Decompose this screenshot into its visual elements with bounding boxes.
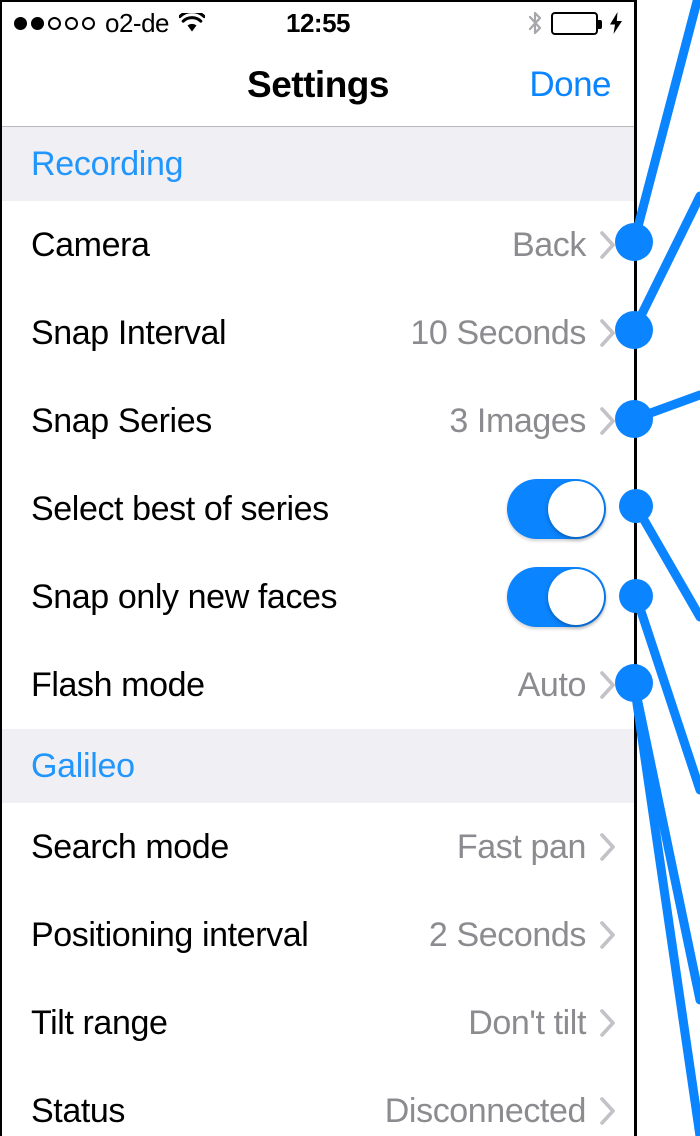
settings-row[interactable]: Select best of series	[2, 465, 634, 553]
annotation-leader-line	[631, 591, 700, 795]
settings-row[interactable]: Flash mode Auto	[2, 641, 634, 729]
settings-row-label: Snap Interval	[31, 313, 227, 352]
settings-row[interactable]: Snap Series 3 Images	[2, 377, 634, 465]
bluetooth-icon	[527, 11, 543, 35]
status-bar: o2-de 12:55	[2, 2, 634, 44]
settings-row-value: Disconnected	[384, 1091, 587, 1130]
settings-row[interactable]: Snap only new faces	[2, 553, 634, 641]
settings-row-value: 10 Seconds	[410, 313, 586, 352]
settings-row-accessory: 3 Images	[449, 402, 616, 441]
settings-row-accessory	[507, 479, 606, 539]
toggle-switch[interactable]	[507, 567, 606, 627]
settings-row-value: 2 Seconds	[428, 915, 586, 954]
chevron-right-icon	[600, 1009, 615, 1037]
settings-row-accessory: Back	[512, 226, 616, 265]
done-button[interactable]: Done	[529, 65, 611, 105]
settings-row-label: Positioning interval	[31, 915, 309, 954]
chevron-right-icon	[600, 231, 615, 259]
annotation-leader-line	[631, 501, 700, 622]
toggle-knob	[548, 481, 604, 537]
settings-row-accessory: Don't tilt	[468, 1004, 616, 1043]
settings-row-value: Back	[512, 225, 586, 264]
settings-row-accessory	[507, 567, 606, 627]
charging-bolt-icon	[606, 11, 624, 35]
annotation-leader-line	[629, 678, 700, 1005]
settings-row[interactable]: Snap Interval 10 Seconds	[2, 289, 634, 377]
annotation-leader-line	[629, 390, 700, 424]
chevron-right-icon	[600, 407, 615, 435]
chevron-right-icon	[600, 671, 615, 699]
settings-row-label: Camera	[31, 225, 150, 264]
settings-row-label: Tilt range	[31, 1003, 168, 1042]
section-header: Galileo	[2, 729, 634, 803]
annotation-leader-line	[629, 191, 700, 335]
settings-row-label: Snap Series	[31, 401, 212, 440]
toggle-knob	[548, 569, 604, 625]
chevron-right-icon	[600, 833, 615, 861]
settings-row-value: 3 Images	[449, 401, 586, 440]
annotation-leader-line	[629, 0, 700, 247]
settings-row-value: Don't tilt	[468, 1003, 586, 1042]
chevron-right-icon	[600, 1097, 615, 1125]
settings-row-accessory: 10 Seconds	[410, 314, 616, 353]
status-bar-right	[527, 11, 624, 35]
settings-row-label: Flash mode	[31, 665, 205, 704]
settings-row-accessory: 2 Seconds	[429, 916, 616, 955]
section-header-label: Galileo	[31, 746, 135, 785]
settings-table: Recording Camera Back Snap Interval 10 Secon…	[2, 127, 634, 1136]
settings-row-value: Fast pan	[456, 827, 587, 866]
settings-row-label: Select best of series	[31, 489, 329, 528]
settings-row-label: Snap only new faces	[31, 577, 338, 616]
settings-row-label: Status	[31, 1091, 125, 1130]
settings-row[interactable]: Search mode Fast pan	[2, 803, 634, 891]
settings-row-accessory: Auto	[518, 666, 616, 705]
settings-row-value: Auto	[517, 665, 587, 704]
battery-icon	[551, 11, 602, 35]
battery-cap	[598, 19, 602, 29]
chevron-right-icon	[600, 921, 615, 949]
settings-row-label: Search mode	[31, 827, 229, 866]
chevron-right-icon	[600, 319, 615, 347]
settings-row-accessory: Disconnected	[385, 1092, 616, 1131]
settings-row[interactable]: Status Disconnected	[2, 1067, 634, 1136]
toggle-switch[interactable]	[507, 479, 606, 539]
settings-row[interactable]: Positioning interval 2 Seconds	[2, 891, 634, 979]
section-header-label: Recording	[31, 144, 184, 183]
annotation-leader-line	[629, 678, 700, 1136]
settings-row[interactable]: Camera Back	[2, 201, 634, 289]
phone-screenshot-panel: o2-de 12:55 Settings Done Recording Came…	[0, 0, 637, 1136]
section-header: Recording	[2, 127, 634, 201]
navigation-bar: Settings Done	[2, 44, 634, 127]
settings-row-accessory: Fast pan	[457, 828, 616, 867]
settings-row[interactable]: Tilt range Don't tilt	[2, 979, 634, 1067]
